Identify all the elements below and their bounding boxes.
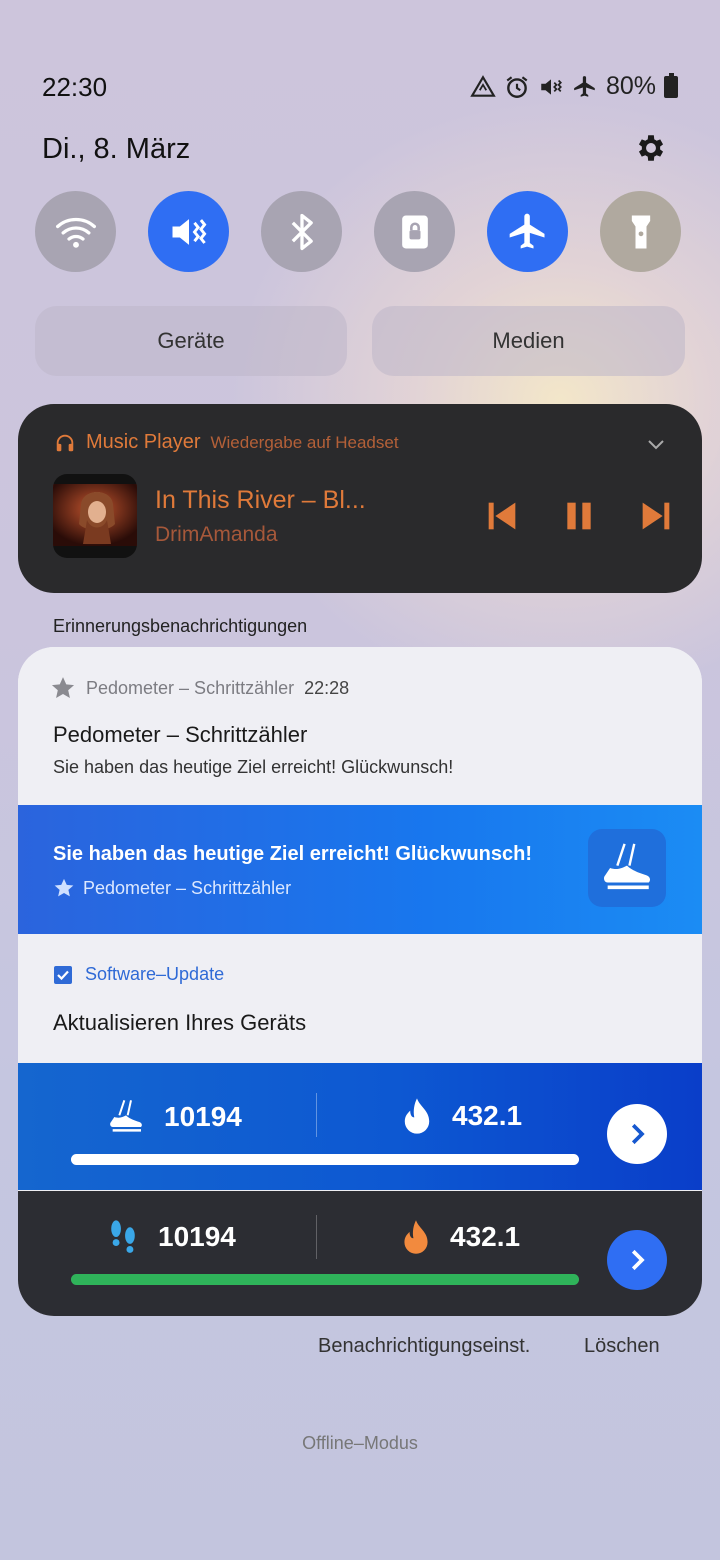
calories-stat: 432.1 — [400, 1219, 520, 1255]
pedometer-notification[interactable]: Pedometer – Schrittzähler 22:28 Pedomete… — [18, 647, 702, 805]
headphones-icon — [56, 434, 74, 451]
calories-value: 432.1 — [450, 1221, 521, 1252]
notification-app: Pedometer – Schrittzähler — [86, 677, 295, 698]
shoe-icon — [110, 1100, 142, 1132]
notification-time: 22:28 — [304, 677, 350, 698]
rotation-lock-toggle[interactable] — [374, 191, 455, 272]
steps-widget-blue[interactable]: 10194 432.1 — [18, 1063, 702, 1190]
notification-stack: Pedometer – Schrittzähler 22:28 Pedomete… — [18, 647, 702, 1316]
media-app-name: Music Player — [86, 431, 201, 453]
wifi-toggle[interactable] — [35, 191, 116, 272]
steps-value: 10194 — [164, 1101, 242, 1132]
notification-meta: Pedometer – Schrittzähler 22:28 — [50, 675, 349, 701]
alarm-icon — [506, 75, 528, 98]
update-app-name: Software–Update — [85, 964, 225, 984]
progress-track — [71, 1154, 579, 1165]
star-icon — [54, 878, 74, 897]
vibrate-mute-icon — [541, 78, 562, 95]
checkbox-icon — [54, 965, 72, 984]
media-output: Wiedergabe auf Headset — [210, 432, 399, 452]
devices-button[interactable]: Geräte — [35, 306, 347, 376]
steps-stat: 10194 — [106, 1219, 236, 1255]
mute-icon — [172, 218, 206, 245]
flashlight-icon — [631, 215, 650, 248]
notification-title: Pedometer – Schrittzähler — [53, 722, 308, 747]
airplane-toggle[interactable] — [487, 191, 568, 272]
next-track-icon[interactable] — [636, 496, 676, 536]
settings-gear-icon[interactable] — [634, 131, 668, 165]
flame-icon — [404, 1098, 430, 1134]
open-button[interactable] — [607, 1230, 667, 1290]
shoe-icon — [603, 843, 651, 890]
battery-icon — [664, 72, 678, 98]
media-button[interactable]: Medien — [372, 306, 685, 376]
software-update-notification[interactable]: Software–Update Aktualisieren Ihres Gerä… — [18, 934, 702, 1063]
bluetooth-icon — [291, 213, 313, 250]
calories-stat: 432.1 — [400, 1097, 522, 1135]
chevron-right-icon — [631, 1123, 645, 1145]
flame-icon — [404, 1220, 428, 1254]
stat-divider — [316, 1093, 317, 1137]
steps-stat: 10194 — [106, 1097, 242, 1137]
steps-widget-dark[interactable]: 10194 432.1 — [18, 1191, 702, 1316]
steps-value: 10194 — [158, 1221, 236, 1252]
stat-divider — [316, 1215, 317, 1259]
status-icons: 80% — [470, 72, 678, 101]
goal-app-name: Pedometer – Schrittzähler — [83, 877, 292, 898]
notification-settings-link[interactable]: Benachrichtigungseinst. — [318, 1335, 530, 1358]
status-time: 22:30 — [42, 72, 108, 102]
airplane-status-icon — [574, 75, 595, 97]
notification-text: Sie haben das heutige Ziel erreicht! Glü… — [53, 757, 454, 777]
goal-notification[interactable]: Sie haben das heutige Ziel erreicht! Glü… — [18, 805, 702, 934]
pedometer-app-icon — [588, 829, 666, 907]
wifi-icon — [55, 217, 96, 248]
update-meta: Software–Update — [53, 964, 224, 985]
date-label: Di., 8. März — [42, 133, 191, 165]
section-label: Erinnerungsbenachrichtigungen — [53, 616, 308, 636]
bluetooth-toggle[interactable] — [261, 191, 342, 272]
progress-fill — [71, 1154, 579, 1165]
goal-app: Pedometer – Schrittzähler — [53, 877, 291, 899]
lock-icon — [401, 215, 428, 248]
media-header: Music Player Wiedergabe auf Headset — [54, 431, 399, 454]
offline-mode-label: Offline–Modus — [302, 1433, 418, 1453]
song-title: In This River – Bl... — [155, 486, 366, 514]
goal-title: Sie haben das heutige Ziel erreicht! Glü… — [53, 843, 533, 865]
airplane-icon — [509, 213, 544, 248]
sound-mute-toggle[interactable] — [148, 191, 229, 272]
pause-icon[interactable] — [559, 496, 599, 536]
progress-fill — [71, 1274, 579, 1285]
chevron-right-icon — [631, 1249, 645, 1271]
clear-all-link[interactable]: Löschen — [584, 1335, 660, 1358]
battery-percent: 80% — [605, 72, 656, 100]
footprints-icon — [111, 1220, 135, 1253]
update-title: Aktualisieren Ihres Geräts — [53, 1010, 307, 1035]
song-artist: DrimAmanda — [155, 523, 278, 546]
open-button[interactable] — [607, 1104, 667, 1164]
album-art — [53, 474, 137, 558]
flashlight-toggle[interactable] — [600, 191, 681, 272]
calories-value: 432.1 — [452, 1100, 523, 1131]
chevron-down-icon[interactable] — [644, 432, 668, 456]
data-saver-icon — [470, 74, 496, 97]
star-icon — [51, 677, 75, 698]
previous-track-icon[interactable] — [482, 496, 522, 536]
progress-track — [71, 1274, 579, 1285]
